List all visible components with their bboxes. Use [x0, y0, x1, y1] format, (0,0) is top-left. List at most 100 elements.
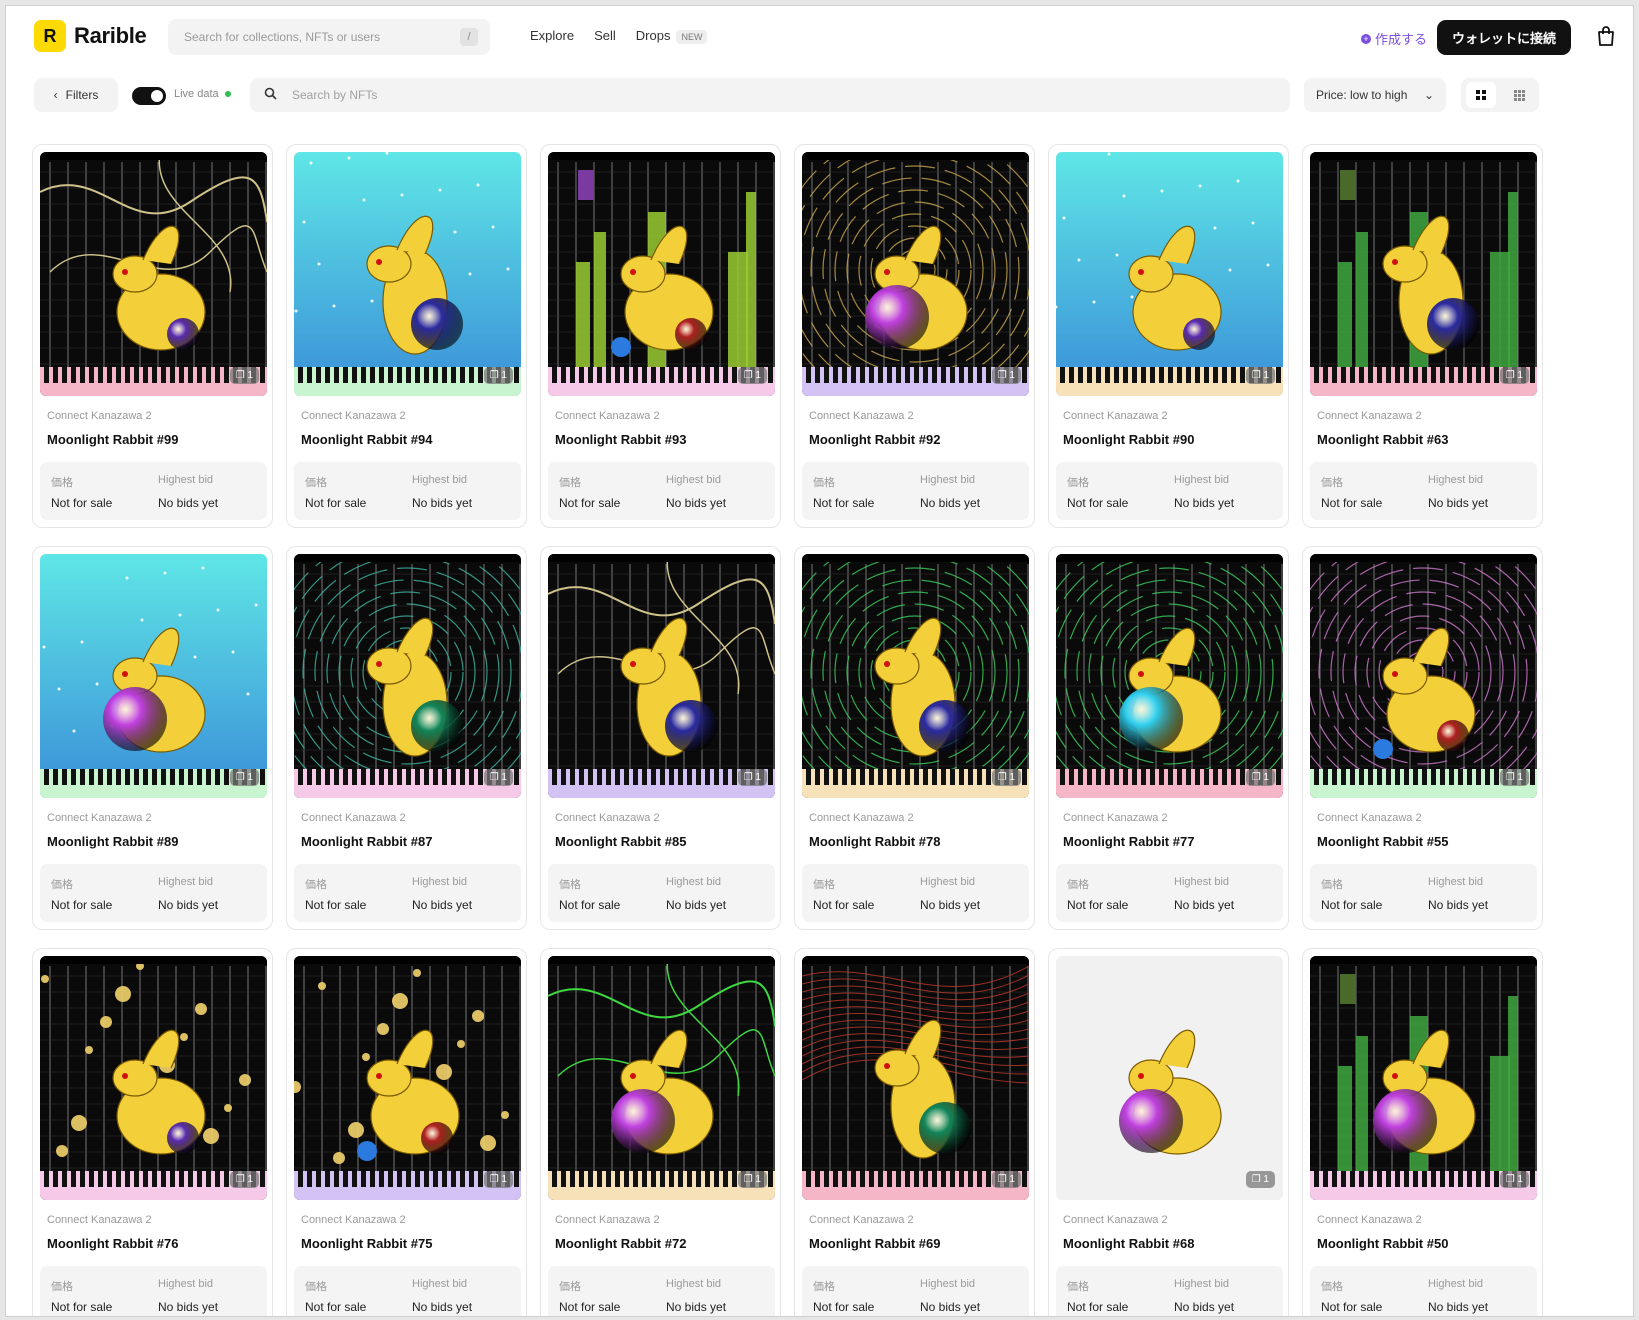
nft-card[interactable]: ❐ 1 Connect Kanazawa 2 Moonlight Rabbit … [794, 948, 1035, 1316]
nft-title[interactable]: Moonlight Rabbit #90 [1063, 432, 1194, 447]
collection-name[interactable]: Connect Kanazawa 2 [47, 1214, 152, 1226]
nft-artwork-image[interactable]: ❐ 1 [294, 152, 521, 396]
nft-card[interactable]: ❐ 1 Connect Kanazawa 2 Moonlight Rabbit … [286, 546, 527, 930]
price-label: 価格 [559, 879, 581, 891]
nav-explore[interactable]: Explore [530, 28, 574, 43]
nft-card[interactable]: ❐ 1 Connect Kanazawa 2 Moonlight Rabbit … [1048, 144, 1289, 528]
collection-name[interactable]: Connect Kanazawa 2 [301, 410, 406, 422]
collection-name[interactable]: Connect Kanazawa 2 [555, 1214, 660, 1226]
create-button[interactable]: + 作成する [1360, 29, 1427, 48]
nft-card[interactable]: ❐ 1 Connect Kanazawa 2 Moonlight Rabbit … [1302, 546, 1543, 930]
nft-artwork-image[interactable]: ❐ 1 [40, 152, 267, 396]
collection-name[interactable]: Connect Kanazawa 2 [809, 1214, 914, 1226]
highest-bid-value: No bids yet [158, 898, 219, 912]
connect-wallet-button[interactable]: ウォレットに接続 [1436, 20, 1571, 55]
nft-artwork-image[interactable]: ❐ 1 [548, 554, 775, 798]
filters-button[interactable]: ‹ Filters [34, 78, 118, 112]
collection-name[interactable]: Connect Kanazawa 2 [1063, 812, 1168, 824]
collection-name[interactable]: Connect Kanazawa 2 [1317, 410, 1422, 422]
nft-artwork-image[interactable]: ❐ 1 [548, 956, 775, 1200]
collection-name[interactable]: Connect Kanazawa 2 [809, 410, 914, 422]
nft-title[interactable]: Moonlight Rabbit #92 [809, 432, 940, 447]
nft-artwork-image[interactable]: ❐ 1 [802, 152, 1029, 396]
nft-artwork-image[interactable]: ❐ 1 [1056, 554, 1283, 798]
nft-title[interactable]: Moonlight Rabbit #76 [47, 1236, 178, 1251]
nft-title[interactable]: Moonlight Rabbit #94 [301, 432, 432, 447]
nft-artwork-image[interactable]: ❐ 1 [1056, 956, 1283, 1200]
collection-name[interactable]: Connect Kanazawa 2 [1317, 1214, 1422, 1226]
nft-title[interactable]: Moonlight Rabbit #78 [809, 834, 940, 849]
nft-artwork-image[interactable]: ❐ 1 [802, 956, 1029, 1200]
rabbit-artwork-svg [1056, 152, 1283, 396]
nav-drops[interactable]: Drops NEW [636, 28, 708, 44]
nft-title[interactable]: Moonlight Rabbit #50 [1317, 1236, 1448, 1251]
highest-bid-label: Highest bid [920, 876, 976, 888]
shopping-bag-icon[interactable] [1597, 26, 1615, 46]
highest-bid-value: No bids yet [1174, 1300, 1235, 1314]
nft-title[interactable]: Moonlight Rabbit #89 [47, 834, 178, 849]
nft-title[interactable]: Moonlight Rabbit #75 [301, 1236, 432, 1251]
nft-card[interactable]: ❐ 1 Connect Kanazawa 2 Moonlight Rabbit … [1302, 144, 1543, 528]
collection-name[interactable]: Connect Kanazawa 2 [555, 812, 660, 824]
nft-card[interactable]: ❐ 1 Connect Kanazawa 2 Moonlight Rabbit … [540, 948, 781, 1316]
nft-title[interactable]: Moonlight Rabbit #93 [555, 432, 686, 447]
nft-title[interactable]: Moonlight Rabbit #72 [555, 1236, 686, 1251]
highest-bid-value: No bids yet [1428, 496, 1489, 510]
nft-title[interactable]: Moonlight Rabbit #77 [1063, 834, 1194, 849]
nft-title[interactable]: Moonlight Rabbit #87 [301, 834, 432, 849]
nft-artwork-image[interactable]: ❐ 1 [294, 554, 521, 798]
nft-card[interactable]: ❐ 1 Connect Kanazawa 2 Moonlight Rabbit … [286, 144, 527, 528]
nft-card[interactable]: ❐ 1 Connect Kanazawa 2 Moonlight Rabbit … [1048, 546, 1289, 930]
nft-artwork-image[interactable]: ❐ 1 [40, 554, 267, 798]
highest-bid-value: No bids yet [412, 1300, 473, 1314]
collection-name[interactable]: Connect Kanazawa 2 [1317, 812, 1422, 824]
nft-card[interactable]: ❐ 1 Connect Kanazawa 2 Moonlight Rabbit … [32, 948, 273, 1316]
nft-artwork-image[interactable]: ❐ 1 [1310, 554, 1537, 798]
live-data-toggle[interactable] [132, 87, 166, 105]
nft-search-input[interactable]: Search by NFTs [250, 78, 1290, 112]
nft-title[interactable]: Moonlight Rabbit #69 [809, 1236, 940, 1251]
large-grid-view-button[interactable] [1465, 82, 1496, 108]
collection-name[interactable]: Connect Kanazawa 2 [47, 812, 152, 824]
rarible-logo-icon[interactable]: R [34, 20, 66, 52]
nft-card[interactable]: ❐ 1 Connect Kanazawa 2 Moonlight Rabbit … [1048, 948, 1289, 1316]
collection-name[interactable]: Connect Kanazawa 2 [809, 812, 914, 824]
edition-count-badge: ❐ 1 [737, 1171, 767, 1188]
brand-name[interactable]: Rarible [74, 23, 147, 49]
collection-name[interactable]: Connect Kanazawa 2 [1063, 1214, 1168, 1226]
nft-card[interactable]: ❐ 1 Connect Kanazawa 2 Moonlight Rabbit … [286, 948, 527, 1316]
collection-name[interactable]: Connect Kanazawa 2 [301, 812, 406, 824]
highest-bid-value: No bids yet [1174, 496, 1235, 510]
nft-card[interactable]: ❐ 1 Connect Kanazawa 2 Moonlight Rabbit … [1302, 948, 1543, 1316]
nft-artwork-image[interactable]: ❐ 1 [294, 956, 521, 1200]
sort-select[interactable]: Price: low to high ⌄ [1304, 78, 1446, 112]
collection-name[interactable]: Connect Kanazawa 2 [301, 1214, 406, 1226]
global-search-input[interactable]: Search for collections, NFTs or users / [168, 19, 490, 55]
nft-artwork-image[interactable]: ❐ 1 [548, 152, 775, 396]
collection-name[interactable]: Connect Kanazawa 2 [555, 410, 660, 422]
nft-card[interactable]: ❐ 1 Connect Kanazawa 2 Moonlight Rabbit … [540, 546, 781, 930]
edition-count-badge: ❐ 1 [1245, 769, 1275, 786]
nft-title[interactable]: Moonlight Rabbit #99 [47, 432, 178, 447]
price-value: Not for sale [813, 496, 875, 510]
nft-card[interactable]: ❐ 1 Connect Kanazawa 2 Moonlight Rabbit … [794, 144, 1035, 528]
nft-card[interactable]: ❐ 1 Connect Kanazawa 2 Moonlight Rabbit … [540, 144, 781, 528]
plus-circle-icon: + [1360, 33, 1371, 44]
nft-title[interactable]: Moonlight Rabbit #85 [555, 834, 686, 849]
nft-artwork-image[interactable]: ❐ 1 [1310, 956, 1537, 1200]
nft-artwork-image[interactable]: ❐ 1 [40, 956, 267, 1200]
nft-artwork-image[interactable]: ❐ 1 [1310, 152, 1537, 396]
nft-title[interactable]: Moonlight Rabbit #68 [1063, 1236, 1194, 1251]
nft-title[interactable]: Moonlight Rabbit #63 [1317, 432, 1448, 447]
collection-name[interactable]: Connect Kanazawa 2 [47, 410, 152, 422]
nft-card[interactable]: ❐ 1 Connect Kanazawa 2 Moonlight Rabbit … [32, 546, 273, 930]
nft-title[interactable]: Moonlight Rabbit #55 [1317, 834, 1448, 849]
nav-sell[interactable]: Sell [594, 28, 616, 43]
small-grid-view-button[interactable] [1505, 82, 1535, 108]
highest-bid-label: Highest bid [666, 1278, 722, 1290]
nft-artwork-image[interactable]: ❐ 1 [1056, 152, 1283, 396]
collection-name[interactable]: Connect Kanazawa 2 [1063, 410, 1168, 422]
nft-artwork-image[interactable]: ❐ 1 [802, 554, 1029, 798]
nft-card[interactable]: ❐ 1 Connect Kanazawa 2 Moonlight Rabbit … [794, 546, 1035, 930]
nft-card[interactable]: ❐ 1 Connect Kanazawa 2 Moonlight Rabbit … [32, 144, 273, 528]
